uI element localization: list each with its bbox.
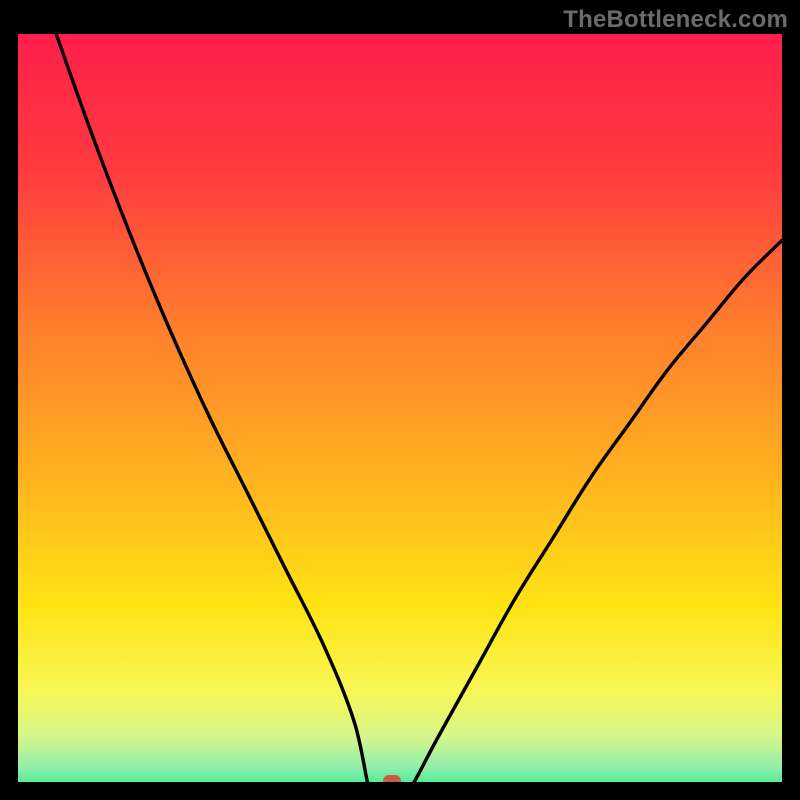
plot-area: [18, 34, 782, 782]
optimal-point-marker: [383, 775, 401, 782]
bottleneck-curve: [18, 34, 782, 782]
watermark-text: TheBottleneck.com: [563, 6, 788, 34]
chart-frame: TheBottleneck.com: [0, 0, 800, 800]
